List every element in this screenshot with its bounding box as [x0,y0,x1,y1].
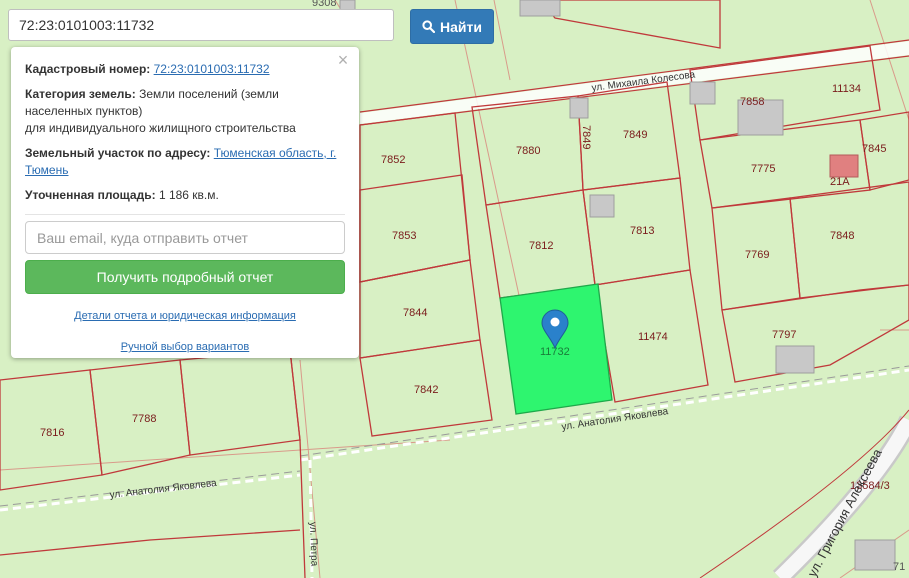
address-link[interactable]: Тюменская область, г. [214,146,337,160]
area-row: Уточненная площадь: 1 186 кв.м. [25,187,345,204]
parcel-label: 71 [893,561,905,573]
parcel-label: 7788 [132,413,156,425]
parcel-label: 7880 [516,145,540,157]
parcel-info-panel: × Кадастровый номер: 72:23:0101003:11732… [11,47,359,358]
permitted-use-value: для индивидуального жилищного строительс… [25,121,296,135]
land-category-value-line2: населенных пунктов) [25,104,143,118]
parcel-label: 7848 [830,230,854,242]
parcel-label: 7816 [40,427,64,439]
parcel-label: 7852 [381,154,405,166]
street-label: ул. Петра [307,522,320,567]
land-category-value: Земли поселений (земли [139,87,279,101]
search-button[interactable]: Найти [410,9,494,44]
parcel-label: 7844 [403,307,427,319]
parcel-label: 7797 [772,329,796,341]
search-button-label: Найти [440,18,482,35]
parcel-label: 7845 [862,143,886,155]
search-icon [422,20,436,33]
cadastral-search-input[interactable] [8,9,394,41]
cadastral-number-link[interactable]: 72:23:0101003:11732 [154,62,270,76]
land-category-label: Категория земель: [25,87,136,101]
parcel-label: 7842 [414,384,438,396]
area-label: Уточненная площадь: [25,188,156,202]
divider [25,214,345,215]
report-details-link[interactable]: Детали отчета и юридическая информация [25,308,345,325]
parcel-label: 21А [830,176,850,188]
land-category-row: Категория земель: Земли поселений (земли… [25,86,345,137]
manual-selection-link[interactable]: Ручной выбор вариантов [25,339,345,356]
cadastral-number-row: Кадастровый номер: 72:23:0101003:11732 [25,61,345,78]
parcel-label: 11474 [638,331,668,343]
cadastral-number-label: Кадастровый номер: [25,62,151,76]
parcel-label: 7813 [630,225,654,237]
parcel-label: 7775 [751,163,775,175]
address-label: Земельный участок по адресу: [25,146,211,160]
address-link-line2[interactable]: Тюмень [25,163,68,177]
parcel-label: 7849 [623,129,647,141]
parcel-label: 7858 [740,96,764,108]
parcel-label: 11134 [832,83,861,95]
email-field[interactable] [25,221,345,254]
get-report-button[interactable]: Получить подробный отчет [25,260,345,294]
area-value: 1 186 кв.м. [158,188,219,202]
parcel-label: 7849 [580,125,592,149]
parcel-label: 7769 [745,249,769,261]
parcel-label: 9308 [312,0,336,9]
address-row: Земельный участок по адресу: Тюменская о… [25,145,345,179]
parcel-label: 7812 [529,240,553,252]
close-icon[interactable]: × [335,51,351,69]
parcel-label: 7853 [392,230,416,242]
